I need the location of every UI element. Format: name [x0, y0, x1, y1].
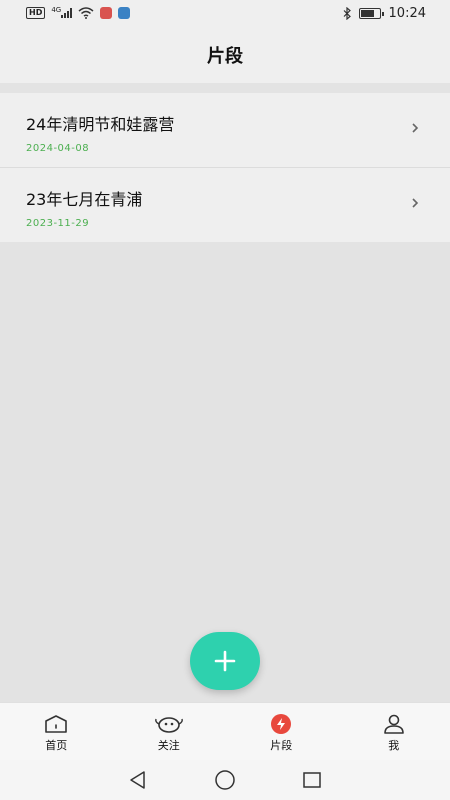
bluetooth-icon: [343, 6, 351, 20]
app-bar: 片段: [0, 26, 450, 83]
chevron-right-icon: [412, 198, 419, 208]
tab-home[interactable]: 首页: [0, 703, 113, 760]
follow-icon: [154, 717, 183, 733]
wifi-icon: [78, 7, 94, 19]
tab-me[interactable]: 我: [338, 703, 450, 760]
tab-label: 我: [388, 739, 400, 752]
add-fragment-button[interactable]: [190, 632, 260, 690]
fragment-title: 23年七月在青浦: [26, 190, 143, 209]
fragment-list: 24年清明节和娃露营 2024-04-08 23年七月在青浦 2023-11-2…: [0, 93, 450, 242]
fragment-date: 2023-11-29: [26, 218, 90, 229]
status-left: HD 4G: [26, 6, 131, 19]
signal-indicator: 4G: [51, 6, 73, 18]
home-nav-icon[interactable]: [214, 769, 236, 791]
fragment-title: 24年清明节和娃露营: [26, 115, 175, 134]
app-notification-icon: [100, 7, 113, 19]
tab-label: 片段: [270, 739, 293, 752]
back-icon[interactable]: [128, 770, 148, 790]
status-bar: HD 4G 10:24: [0, 0, 450, 26]
battery-icon: [358, 7, 384, 19]
battery-level: [360, 9, 374, 17]
app-notification-icon: [118, 7, 131, 19]
system-nav-bar: [0, 760, 450, 800]
page-title: 片段: [207, 45, 243, 67]
home-icon: [45, 715, 68, 733]
status-right: 10:24: [343, 6, 426, 21]
chevron-right-icon: [412, 123, 419, 133]
list-item[interactable]: 23年七月在青浦 2023-11-29: [0, 168, 450, 242]
signal-bars-icon: [61, 8, 73, 18]
list-item[interactable]: 24年清明节和娃露营 2024-04-08: [0, 93, 450, 168]
network-type: 4G: [51, 6, 62, 14]
recents-icon[interactable]: [302, 770, 322, 790]
lightning-icon: [271, 714, 292, 734]
clock: 10:24: [388, 5, 426, 21]
user-icon: [383, 714, 404, 734]
fragment-date: 2024-04-08: [26, 143, 90, 154]
tab-follow[interactable]: 关注: [113, 703, 226, 760]
bottom-tab-bar: 首页 关注 片段 我: [0, 702, 450, 760]
hd-badge: HD: [26, 7, 46, 19]
tab-label: 关注: [157, 739, 180, 752]
plus-icon: [214, 650, 236, 672]
tab-fragments[interactable]: 片段: [225, 703, 338, 760]
tab-label: 首页: [45, 739, 68, 752]
